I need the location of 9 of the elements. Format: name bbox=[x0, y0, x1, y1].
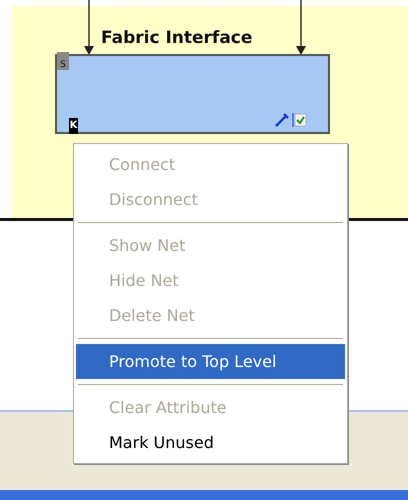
arrow-icon bbox=[83, 0, 95, 56]
wrench-check-icon bbox=[274, 112, 308, 128]
port-label[interactable]: S bbox=[57, 52, 69, 70]
menu-item[interactable]: Promote to Top Level bbox=[76, 344, 345, 379]
port-label[interactable]: K bbox=[69, 118, 78, 134]
block-title: Fabric Interface bbox=[101, 28, 252, 48]
diagram-block[interactable]: S K bbox=[55, 54, 330, 134]
menu-item[interactable]: Mark Unused bbox=[76, 425, 345, 460]
arrow-icon bbox=[295, 0, 307, 56]
